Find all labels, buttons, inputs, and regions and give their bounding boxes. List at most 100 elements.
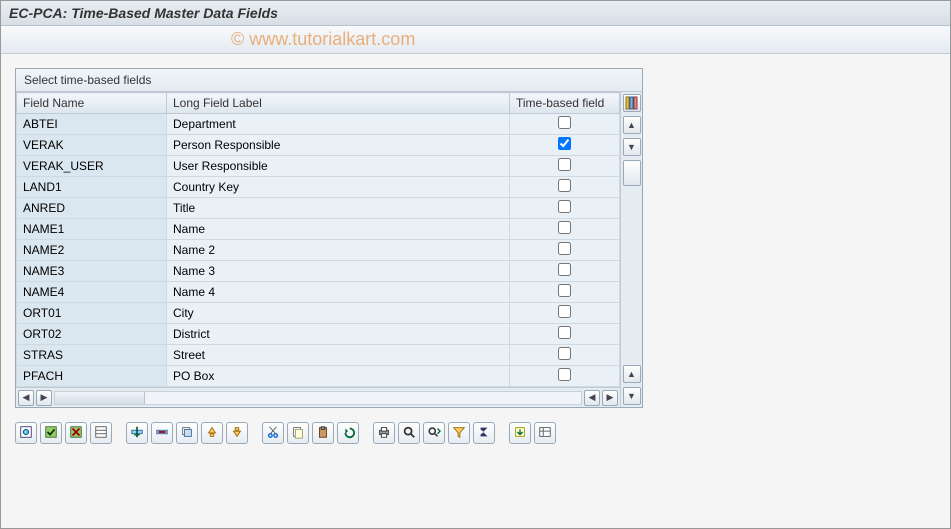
- table-row[interactable]: LAND1Country Key: [17, 177, 620, 198]
- configure-columns-icon[interactable]: [623, 94, 641, 112]
- time-based-checkbox[interactable]: [558, 305, 571, 318]
- cell-long-label[interactable]: PO Box: [167, 366, 510, 387]
- find-next-button[interactable]: [423, 422, 445, 444]
- cell-long-label[interactable]: Name 2: [167, 240, 510, 261]
- scroll-up-icon[interactable]: ▲: [623, 116, 641, 134]
- time-based-checkbox[interactable]: [558, 116, 571, 129]
- table-row[interactable]: ABTEIDepartment: [17, 114, 620, 135]
- table-row[interactable]: STRASStreet: [17, 345, 620, 366]
- time-based-checkbox[interactable]: [558, 263, 571, 276]
- cut-icon: [266, 425, 280, 442]
- cell-long-label[interactable]: User Responsible: [167, 156, 510, 177]
- scroll-right-icon[interactable]: ◀: [584, 390, 600, 406]
- time-based-checkbox[interactable]: [558, 368, 571, 381]
- cell-field-name[interactable]: NAME3: [17, 261, 167, 282]
- panel-title: Select time-based fields: [16, 69, 642, 92]
- cell-long-label[interactable]: District: [167, 324, 510, 345]
- cell-long-label[interactable]: Street: [167, 345, 510, 366]
- col-header-field-name[interactable]: Field Name: [17, 93, 167, 114]
- cell-field-name[interactable]: LAND1: [17, 177, 167, 198]
- scroll-down-icon[interactable]: ▼: [623, 138, 641, 156]
- copy-row-button[interactable]: [176, 422, 198, 444]
- cell-field-name[interactable]: VERAK_USER: [17, 156, 167, 177]
- print-button[interactable]: [373, 422, 395, 444]
- sort-desc-button[interactable]: [226, 422, 248, 444]
- table-row[interactable]: ANREDTitle: [17, 198, 620, 219]
- find-next-icon: [427, 425, 441, 442]
- table-row[interactable]: NAME1Name: [17, 219, 620, 240]
- time-based-checkbox[interactable]: [558, 179, 571, 192]
- table-row[interactable]: VERAKPerson Responsible: [17, 135, 620, 156]
- cut-button[interactable]: [262, 422, 284, 444]
- paste-button[interactable]: [312, 422, 334, 444]
- cell-long-label[interactable]: Department: [167, 114, 510, 135]
- time-based-checkbox[interactable]: [558, 326, 571, 339]
- sort-asc-icon: [205, 425, 219, 442]
- cell-field-name[interactable]: STRAS: [17, 345, 167, 366]
- scroll-down2-icon[interactable]: ▼: [623, 387, 641, 405]
- export-button[interactable]: [509, 422, 531, 444]
- scroll-thumb[interactable]: [55, 392, 145, 404]
- cell-long-label[interactable]: Name 4: [167, 282, 510, 303]
- time-based-checkbox[interactable]: [558, 158, 571, 171]
- delete-row-button[interactable]: [151, 422, 173, 444]
- vertical-scrollbar[interactable]: ▲ ▼ ▲ ▼: [620, 92, 642, 407]
- cell-time-based: [510, 324, 620, 345]
- fields-table: Field Name Long Field Label Time-based f…: [16, 92, 620, 387]
- cell-field-name[interactable]: ORT02: [17, 324, 167, 345]
- scroll-left-icon[interactable]: ▶: [36, 390, 52, 406]
- time-based-checkbox[interactable]: [558, 137, 571, 150]
- scroll-right-end-icon[interactable]: ▶: [602, 390, 618, 406]
- cell-time-based: [510, 198, 620, 219]
- table-row[interactable]: ORT02District: [17, 324, 620, 345]
- details-button[interactable]: [15, 422, 37, 444]
- horizontal-scrollbar[interactable]: ◀ ▶ ◀ ▶: [16, 387, 620, 407]
- settings-button[interactable]: [534, 422, 556, 444]
- time-based-checkbox[interactable]: [558, 200, 571, 213]
- cell-time-based: [510, 345, 620, 366]
- cell-field-name[interactable]: NAME4: [17, 282, 167, 303]
- col-header-time-based[interactable]: Time-based field: [510, 93, 620, 114]
- find-button[interactable]: [398, 422, 420, 444]
- table-row[interactable]: ORT01City: [17, 303, 620, 324]
- undo-button[interactable]: [337, 422, 359, 444]
- cell-field-name[interactable]: PFACH: [17, 366, 167, 387]
- sum-button[interactable]: [473, 422, 495, 444]
- cell-long-label[interactable]: Name 3: [167, 261, 510, 282]
- cell-long-label[interactable]: Title: [167, 198, 510, 219]
- time-based-checkbox[interactable]: [558, 221, 571, 234]
- cell-field-name[interactable]: ANRED: [17, 198, 167, 219]
- cell-long-label[interactable]: Country Key: [167, 177, 510, 198]
- details-icon: [19, 425, 33, 442]
- cell-long-label[interactable]: City: [167, 303, 510, 324]
- scroll-track[interactable]: [54, 391, 582, 405]
- cell-time-based: [510, 282, 620, 303]
- cell-field-name[interactable]: VERAK: [17, 135, 167, 156]
- table-row[interactable]: VERAK_USERUser Responsible: [17, 156, 620, 177]
- undo-icon: [341, 425, 355, 442]
- cell-field-name[interactable]: NAME2: [17, 240, 167, 261]
- time-based-checkbox[interactable]: [558, 242, 571, 255]
- copy-button[interactable]: [287, 422, 309, 444]
- time-based-checkbox[interactable]: [558, 284, 571, 297]
- table-row[interactable]: NAME3Name 3: [17, 261, 620, 282]
- cell-long-label[interactable]: Person Responsible: [167, 135, 510, 156]
- select-all-button[interactable]: [40, 422, 62, 444]
- scroll-left-end-icon[interactable]: ◀: [18, 390, 34, 406]
- filter-button[interactable]: [448, 422, 470, 444]
- scroll-handle[interactable]: [623, 160, 641, 186]
- table-row[interactable]: PFACHPO Box: [17, 366, 620, 387]
- time-based-checkbox[interactable]: [558, 347, 571, 360]
- cell-field-name[interactable]: NAME1: [17, 219, 167, 240]
- col-header-long-label[interactable]: Long Field Label: [167, 93, 510, 114]
- cell-long-label[interactable]: Name: [167, 219, 510, 240]
- sort-asc-button[interactable]: [201, 422, 223, 444]
- table-row[interactable]: NAME2Name 2: [17, 240, 620, 261]
- insert-row-button[interactable]: [126, 422, 148, 444]
- scroll-up2-icon[interactable]: ▲: [623, 365, 641, 383]
- layout-button[interactable]: [90, 422, 112, 444]
- cell-field-name[interactable]: ABTEI: [17, 114, 167, 135]
- table-row[interactable]: NAME4Name 4: [17, 282, 620, 303]
- deselect-all-button[interactable]: [65, 422, 87, 444]
- cell-field-name[interactable]: ORT01: [17, 303, 167, 324]
